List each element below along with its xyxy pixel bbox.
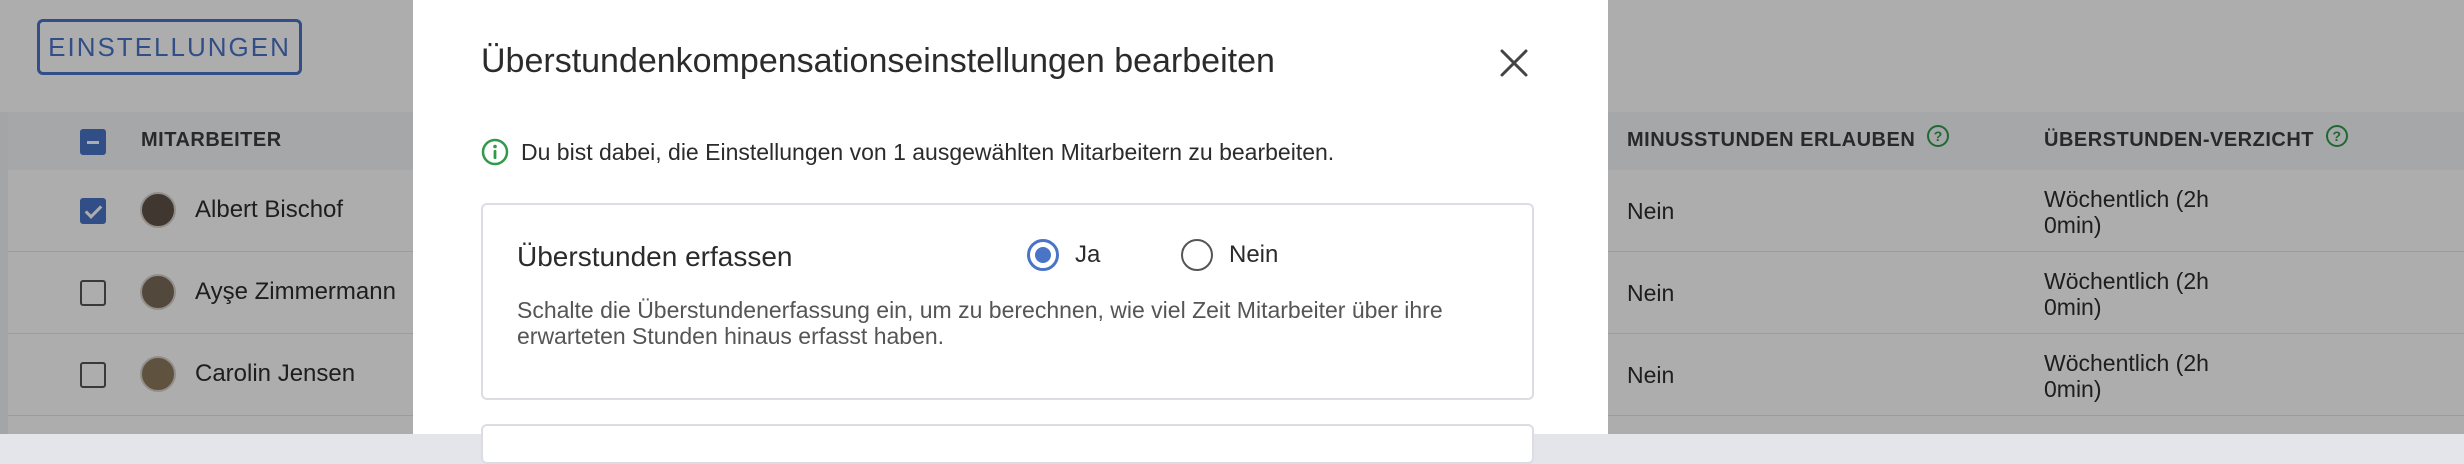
info-message: Du bist dabei, die Einstellungen von 1 a… (481, 138, 1334, 166)
track-overtime-setting-card: Überstunden erfassen Ja Nein Schalte die… (481, 203, 1534, 400)
info-icon (481, 138, 509, 166)
setting-label: Überstunden erfassen (517, 241, 793, 272)
info-text: Du bist dabei, die Einstellungen von 1 a… (521, 138, 1335, 165)
next-setting-card (481, 424, 1534, 464)
radio-no-label[interactable]: Nein (1229, 241, 1278, 269)
radio-option-no[interactable]: Nein (1181, 239, 1278, 271)
setting-description: Schalte die Überstundenerfassung ein, um… (517, 297, 1443, 349)
radio-yes-label[interactable]: Ja (1075, 241, 1100, 269)
radio-no-indicator[interactable] (1181, 239, 1213, 271)
dialog-title: Überstundenkompensationseinstellungen be… (481, 42, 1275, 80)
radio-option-yes[interactable]: Ja (1027, 239, 1100, 271)
radio-yes-indicator[interactable] (1027, 239, 1059, 271)
edit-overtime-settings-dialog: Überstundenkompensationseinstellungen be… (413, 0, 1608, 464)
close-icon[interactable] (1497, 46, 1531, 80)
